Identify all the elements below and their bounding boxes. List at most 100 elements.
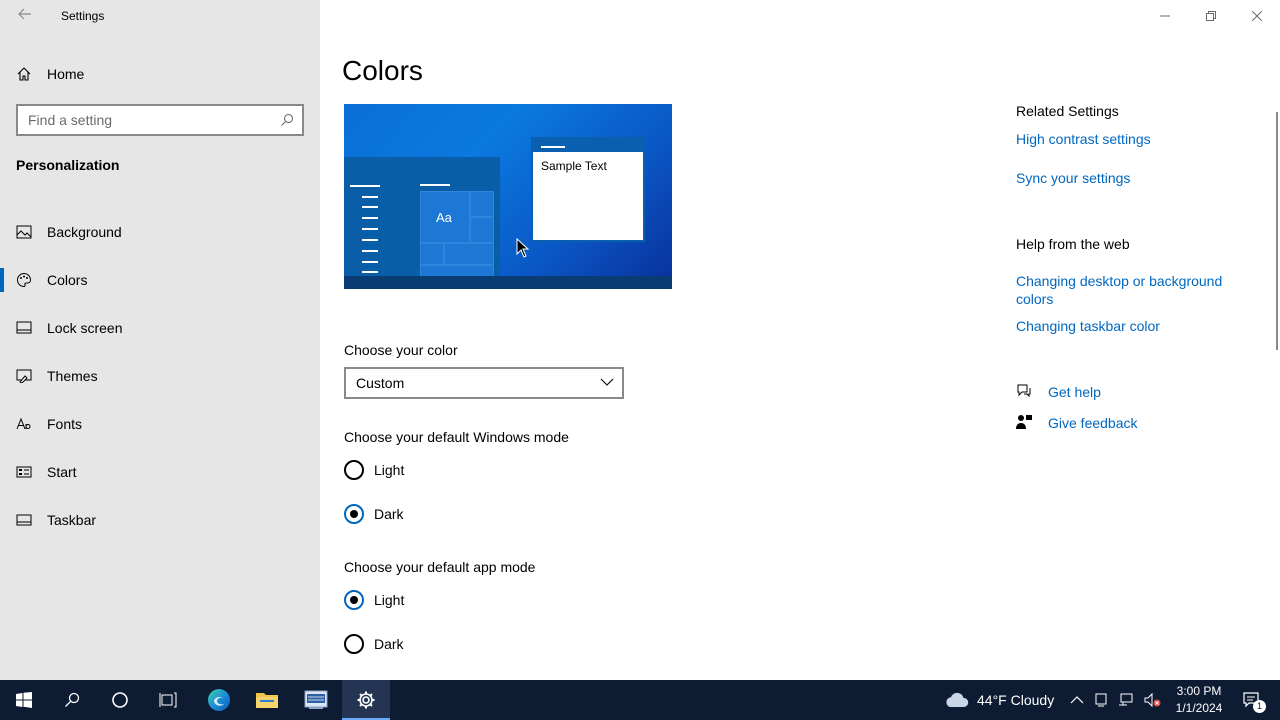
search-input[interactable] <box>28 112 276 128</box>
dropdown-value: Custom <box>356 375 405 391</box>
choose-color-label: Choose your color <box>344 342 458 358</box>
device-icon[interactable] <box>1094 692 1108 708</box>
mouse-cursor-icon <box>516 238 530 258</box>
start-icon <box>16 464 32 480</box>
radio-label: Light <box>374 462 405 478</box>
sidebar-item-lock-screen[interactable]: Lock screen <box>0 304 320 352</box>
preview-menu-line <box>350 185 380 187</box>
windows-mode-dark-radio[interactable]: Dark <box>344 504 404 524</box>
clock-time: 3:00 PM <box>1176 684 1222 698</box>
feedback-icon <box>1016 414 1032 433</box>
task-view-button[interactable] <box>144 680 192 720</box>
give-feedback-label: Give feedback <box>1048 415 1138 431</box>
radio-circle <box>344 460 364 480</box>
search-taskbar-button[interactable] <box>48 680 96 720</box>
system-tray <box>1070 680 1162 720</box>
sidebar-item-label: Lock screen <box>47 320 123 336</box>
radio-circle-selected <box>344 590 364 610</box>
changing-desktop-colors-link[interactable]: Changing desktop or background colors <box>1016 272 1246 308</box>
edge-browser-button[interactable] <box>195 680 243 720</box>
preview-menu-line <box>362 250 378 252</box>
help-from-web-heading: Help from the web <box>1016 236 1130 252</box>
sync-settings-link[interactable]: Sync your settings <box>1016 169 1246 187</box>
section-heading: Personalization <box>16 157 120 173</box>
sidebar-item-taskbar[interactable]: Taskbar <box>0 496 320 544</box>
start-button[interactable] <box>0 680 48 720</box>
windows-mode-label: Choose your default Windows mode <box>344 429 569 445</box>
sidebar-item-fonts[interactable]: Fonts <box>0 400 320 448</box>
keyboard-app-button[interactable] <box>292 680 340 720</box>
search-icon[interactable] <box>276 109 298 131</box>
clock-date: 1/1/2024 <box>1175 701 1223 715</box>
preview-tile-text: Aa <box>436 210 452 225</box>
preview-sample-window: Sample Text <box>531 137 645 242</box>
preview-tiles-header <box>420 184 450 186</box>
network-icon[interactable] <box>1118 692 1134 708</box>
radio-label: Light <box>374 592 405 608</box>
sidebar-item-label: Themes <box>47 368 98 384</box>
folder-icon <box>256 693 278 708</box>
sidebar-item-label: Colors <box>47 272 88 288</box>
chevron-down-icon <box>600 375 614 392</box>
windows-mode-light-radio[interactable]: Light <box>344 460 404 480</box>
weather-text: 44°F Cloudy <box>977 692 1055 708</box>
action-center-button[interactable]: 1 <box>1232 680 1272 720</box>
preview-menu-line <box>362 206 378 208</box>
settings-taskbar-button[interactable] <box>342 680 390 720</box>
page-title: Colors <box>342 55 423 86</box>
preview-taskbar <box>344 276 672 289</box>
app-mode-light-radio[interactable]: Light <box>344 590 404 610</box>
search-box[interactable] <box>16 104 304 136</box>
radio-circle-selected <box>344 504 364 524</box>
sidebar-item-label: Fonts <box>47 416 83 432</box>
changing-taskbar-color-link[interactable]: Changing taskbar color <box>1016 317 1246 335</box>
cortana-button[interactable] <box>96 680 144 720</box>
give-feedback-link[interactable]: Give feedback <box>1016 413 1138 433</box>
picture-icon <box>16 224 32 240</box>
search-icon <box>65 692 80 707</box>
edge-icon <box>208 689 230 711</box>
notification-count-badge: 1 <box>1253 700 1266 713</box>
weather-widget[interactable]: 44°F Cloudy <box>944 680 1054 720</box>
related-settings-heading: Related Settings <box>1016 103 1119 119</box>
lock-screen-icon <box>16 320 32 336</box>
nav-list: Background Colors Lock screen Themes Fon… <box>0 208 320 544</box>
clock[interactable]: 3:00 PM 1/1/2024 <box>1164 683 1234 717</box>
sidebar: Settings Home Personalization Background… <box>0 0 320 680</box>
sidebar-item-background[interactable]: Background <box>0 208 320 256</box>
preview-tile <box>470 191 494 217</box>
home-icon <box>16 66 32 82</box>
volume-muted-icon[interactable] <box>1144 692 1162 708</box>
app-mode-dark-radio[interactable]: Dark <box>344 634 404 654</box>
sidebar-item-colors[interactable]: Colors <box>0 256 320 304</box>
sidebar-item-start[interactable]: Start <box>0 448 320 496</box>
sidebar-item-label: Background <box>47 224 122 240</box>
app-mode-label: Choose your default app mode <box>344 559 536 575</box>
sidebar-item-themes[interactable]: Themes <box>0 352 320 400</box>
chevron-up-icon[interactable] <box>1070 695 1084 705</box>
back-arrow-icon[interactable] <box>14 6 36 28</box>
get-help-link[interactable]: Get help <box>1016 382 1101 402</box>
preview-window-titlebar <box>541 146 565 148</box>
get-help-label: Get help <box>1048 384 1101 400</box>
cloud-icon <box>946 692 969 707</box>
restore-button[interactable] <box>1188 0 1234 32</box>
font-icon <box>16 416 32 432</box>
close-button[interactable] <box>1234 0 1280 32</box>
radio-label: Dark <box>374 506 404 522</box>
high-contrast-link[interactable]: High contrast settings <box>1016 130 1246 148</box>
preview-tile <box>470 217 494 243</box>
task-view-icon <box>159 692 177 708</box>
scrollbar[interactable] <box>1276 112 1278 350</box>
get-help-icon <box>1016 383 1032 402</box>
cortana-icon <box>112 692 128 708</box>
preview-window-body: Sample Text <box>533 152 643 240</box>
home-nav-item[interactable]: Home <box>16 62 84 86</box>
preview-sample-text: Sample Text <box>541 159 607 173</box>
file-explorer-button[interactable] <box>243 680 291 720</box>
home-label: Home <box>47 66 85 82</box>
windows-logo-icon <box>16 692 32 708</box>
palette-icon <box>16 272 32 288</box>
color-mode-dropdown[interactable]: Custom <box>344 367 624 399</box>
minimize-button[interactable] <box>1142 0 1188 32</box>
